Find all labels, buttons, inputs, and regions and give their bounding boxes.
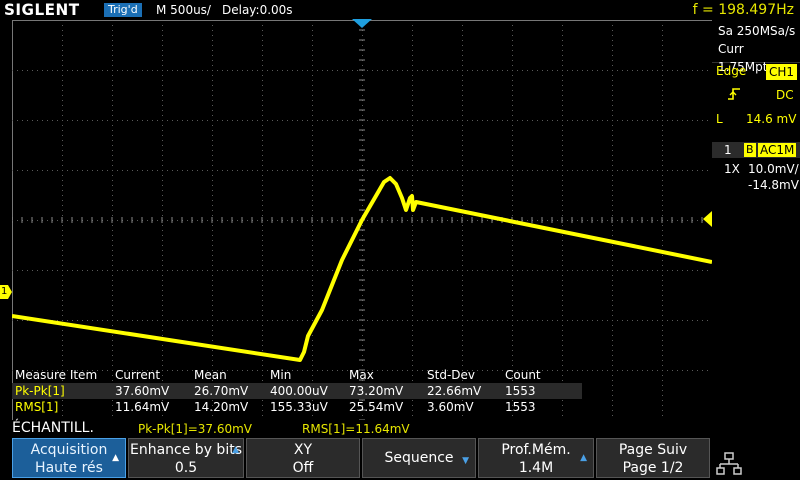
measurement-table: Measure Item Current Mean Min Max Std-De… (12, 367, 582, 415)
next-page-softkey[interactable]: Page Suiv Page 1/2 (596, 438, 710, 478)
min-cell: 400.00uV (270, 384, 328, 398)
channel1-marker-label: 1 (1, 286, 8, 297)
knob-adjust-icon: ▲ (232, 445, 239, 455)
measure-item-cell: RMS[1] (15, 400, 59, 414)
probe-attenuation-readout: 1X (724, 162, 740, 176)
measurement-header-row: Measure Item Current Mean Min Max Std-De… (12, 367, 582, 383)
softkey-label: Page Suiv (618, 442, 688, 458)
count-cell: 1553 (505, 400, 536, 414)
arrow-down-icon: ▼ (462, 456, 469, 466)
mean-cell: 14.20mV (194, 400, 249, 414)
frequency-readout: f = 198.497Hz (692, 2, 794, 18)
softkey-value: Off (292, 460, 314, 476)
vertical-scale-readout: 10.0mV/ (748, 162, 799, 176)
trigger-level-readout: 14.6 mV (746, 112, 797, 126)
softkey-label: Acquisition (30, 442, 108, 458)
rms-status-readout: RMS[1]=11.64mV (302, 422, 410, 436)
status-line: ÉCHANTILL. Pk-Pk[1]=37.60mV RMS[1]=11.64… (0, 420, 800, 438)
arrow-up-icon: ▲ (112, 453, 119, 463)
pkpk-status-readout: Pk-Pk[1]=37.60mV (138, 422, 253, 436)
min-cell: 155.33uV (270, 400, 328, 414)
trigger-source-badge: CH1 (766, 64, 798, 80)
softkey-label: XY (293, 442, 313, 458)
softkey-label: Prof.Mém. (501, 442, 571, 458)
arrow-up-icon: ▲ (580, 453, 587, 463)
softkey-value: Page 1/2 (622, 460, 684, 476)
header-measure-item: Measure Item (15, 368, 98, 382)
sequence-softkey[interactable]: Sequence ▼ (362, 438, 476, 478)
trigger-status-badge: Trig'd (104, 3, 142, 17)
menu-title: ÉCHANTILL. (12, 420, 94, 436)
channel-number-label: 1 (724, 143, 732, 157)
memory-depth-softkey[interactable]: Prof.Mém. 1.4M ▲ (478, 438, 594, 478)
softkey-value: 0.5 (174, 460, 198, 476)
top-status-bar: SIGLENT Trig'd M 500us/ Delay:0.00s f = … (0, 0, 800, 20)
softkey-value: 1.4M (518, 460, 554, 476)
trigger-position-marker[interactable] (352, 19, 372, 29)
softkey-label: Enhance by bits (130, 442, 242, 458)
header-max: Max (349, 368, 374, 382)
current-cell: 37.60mV (115, 384, 170, 398)
acquisition-info-panel: Sa 250MSa/s Curr 1.75Mpts (712, 22, 800, 74)
enhance-by-bits-softkey[interactable]: Enhance by bits 0.5 ▲ (128, 438, 244, 478)
trigger-level-label: L (716, 112, 723, 126)
channel-coupling-badge: AC1M (758, 143, 797, 157)
waveform-display[interactable] (12, 20, 712, 420)
vertical-offset-readout: -14.8mV (748, 178, 799, 192)
measure-item-cell: Pk-Pk[1] (15, 384, 65, 398)
std-dev-cell: 3.60mV (427, 400, 474, 414)
trigger-info-panel[interactable]: Edge CH1 DC L 14.6 mV (712, 62, 800, 134)
network-icon (716, 452, 742, 475)
bandwidth-limit-badge: B (744, 143, 756, 157)
siglent-logo: SIGLENT (4, 0, 80, 19)
count-cell: 1553 (505, 384, 536, 398)
softkey-value: Haute rés (35, 460, 103, 476)
header-count: Count (505, 368, 541, 382)
timebase-readout: M 500us/ (156, 3, 211, 17)
current-cell: 11.64mV (115, 400, 170, 414)
acquisition-mode-softkey[interactable]: Acquisition Haute rés ▲ (12, 438, 126, 478)
softkey-label: Sequence (384, 450, 454, 466)
header-current: Current (115, 368, 161, 382)
mean-cell: 26.70mV (194, 384, 249, 398)
std-dev-cell: 22.66mV (427, 384, 482, 398)
channel1-info-panel[interactable]: 1 B AC1M 1X 10.0mV/ -14.8mV (712, 142, 800, 197)
measurement-row-pkpk: Pk-Pk[1] 37.60mV 26.70mV 400.00uV 73.20m… (12, 383, 582, 399)
measurement-row-rms: RMS[1] 11.64mV 14.20mV 155.33uV 25.54mV … (12, 399, 582, 415)
trigger-coupling-readout: DC (776, 88, 794, 102)
channel1-offset-marker[interactable]: 1 (0, 285, 12, 299)
max-cell: 25.54mV (349, 400, 404, 414)
delay-readout: Delay:0.00s (222, 3, 293, 17)
trigger-type-label: Edge (716, 64, 747, 78)
header-mean: Mean (194, 368, 227, 382)
sample-rate-readout: Sa 250MSa/s (718, 24, 796, 38)
rising-edge-icon (728, 88, 740, 100)
max-cell: 73.20mV (349, 384, 404, 398)
header-std-dev: Std-Dev (427, 368, 475, 382)
trigger-level-marker[interactable] (703, 211, 712, 227)
xy-mode-softkey[interactable]: XY Off (246, 438, 360, 478)
header-min: Min (270, 368, 292, 382)
